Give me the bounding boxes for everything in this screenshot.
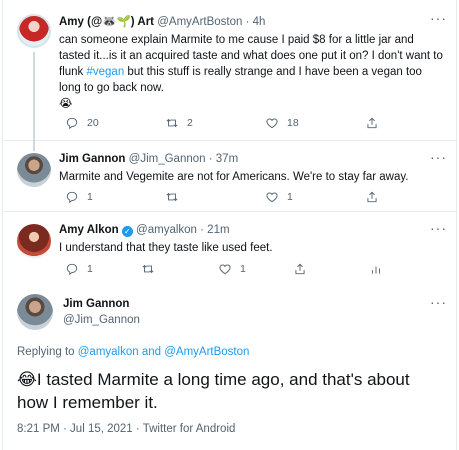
display-name[interactable]: Amy (@🦝🌱) Art xyxy=(59,16,154,28)
tweet-header: Amy Alkon ✓ @amyalkon · 21m xyxy=(59,224,230,237)
share-button[interactable] xyxy=(365,190,379,204)
verified-badge-icon: ✓ xyxy=(121,226,133,237)
like-count: 1 xyxy=(287,191,293,203)
avatar[interactable] xyxy=(17,153,51,187)
reply-button[interactable]: 20 xyxy=(65,116,99,130)
replying-to-label: Replying to xyxy=(17,346,75,358)
tweet-timestamp[interactable]: 8:21 PM · Jul 15, 2021 · Twitter for And… xyxy=(17,423,235,435)
share-icon xyxy=(367,191,377,203)
heart-icon xyxy=(266,118,278,129)
conversation-frame: Amy (@🦝🌱) Art @AmyArtBoston · 4h ··· can… xyxy=(2,0,458,450)
tweet-3[interactable]: Amy Alkon ✓ @amyalkon · 21m ··· I unders… xyxy=(3,212,458,286)
thread-line xyxy=(33,141,35,151)
more-options-icon[interactable]: ··· xyxy=(430,149,447,165)
tweet-actions: 1 1 xyxy=(59,190,439,206)
handle[interactable]: @amyalkon xyxy=(136,224,197,236)
tweet-1[interactable]: Amy (@🦝🌱) Art @AmyArtBoston · 4h ··· can… xyxy=(3,0,458,141)
reply-button[interactable]: 1 xyxy=(65,190,93,204)
reply-icon xyxy=(66,191,78,204)
avatar[interactable] xyxy=(17,294,53,330)
handle[interactable]: @Jim_Gannon xyxy=(129,153,206,165)
tweet-2[interactable]: Jim Gannon @Jim_Gannon · 37m ··· Marmite… xyxy=(3,141,458,212)
reply-count: 1 xyxy=(87,263,93,275)
heart-icon xyxy=(266,192,278,203)
reply-count: 20 xyxy=(87,117,99,129)
tweet-text: can someone explain Marmite to me cause … xyxy=(59,32,444,112)
analytics-button[interactable] xyxy=(369,262,383,276)
emoji: 😭 xyxy=(59,98,73,110)
more-options-icon[interactable]: ··· xyxy=(430,10,447,26)
display-name[interactable]: Amy Alkon xyxy=(59,224,119,236)
tweet-text-part: I tasted Marmite a long time ago, and th… xyxy=(17,370,410,412)
thread-line xyxy=(33,52,35,141)
reply-button[interactable]: 1 xyxy=(65,262,93,276)
like-count: 18 xyxy=(287,117,299,129)
like-button[interactable]: 1 xyxy=(265,190,293,204)
timestamp[interactable]: · 4h xyxy=(246,16,266,28)
display-name[interactable]: Jim Gannon xyxy=(59,153,125,165)
heart-icon xyxy=(219,264,231,275)
avatar[interactable] xyxy=(17,14,51,48)
reply-icon xyxy=(66,263,78,276)
timestamp[interactable]: · 37m xyxy=(209,153,238,165)
focused-tweet: Jim Gannon @Jim_Gannon ··· Replying to @… xyxy=(3,286,458,450)
like-button[interactable]: 1 xyxy=(218,262,246,276)
tweet-text: 😂I tasted Marmite a long time ago, and t… xyxy=(17,368,437,414)
mention-link[interactable]: @AmyArtBoston xyxy=(164,346,249,358)
share-button[interactable] xyxy=(365,116,379,130)
emoji: 😂 xyxy=(17,370,37,389)
tweet-actions: 20 2 18 xyxy=(59,116,439,132)
tweet-actions: 1 1 xyxy=(59,262,439,278)
more-options-icon[interactable]: ··· xyxy=(430,294,447,310)
more-options-icon[interactable]: ··· xyxy=(430,220,447,236)
like-button[interactable]: 18 xyxy=(265,116,299,130)
analytics-icon xyxy=(372,266,380,274)
retweet-button[interactable] xyxy=(141,262,155,276)
replying-to: Replying to @amyalkon and @AmyArtBoston xyxy=(17,346,249,358)
avatar[interactable] xyxy=(17,224,51,258)
share-button[interactable] xyxy=(293,262,307,276)
display-name[interactable]: Jim Gannon xyxy=(63,298,129,310)
reply-count: 1 xyxy=(87,191,93,203)
mention-link[interactable]: @amyalkon xyxy=(78,346,139,358)
replying-and: and xyxy=(141,346,162,358)
handle[interactable]: @AmyArtBoston xyxy=(157,16,242,28)
retweet-icon xyxy=(142,264,154,274)
retweet-button[interactable]: 2 xyxy=(165,116,193,130)
handle[interactable]: @Jim_Gannon xyxy=(63,314,140,326)
retweet-count: 2 xyxy=(187,117,193,129)
like-count: 1 xyxy=(240,263,246,275)
reply-icon xyxy=(66,117,78,130)
tweet-header: Jim Gannon @Jim_Gannon · 37m xyxy=(59,153,238,165)
hashtag-link[interactable]: #vegan xyxy=(87,66,125,78)
retweet-icon xyxy=(166,118,178,128)
timestamp[interactable]: · 21m xyxy=(200,224,229,236)
tweet-text: Marmite and Vegemite are not for America… xyxy=(59,171,409,183)
tweet-text: I understand that they taste like used f… xyxy=(59,242,273,254)
share-icon xyxy=(295,263,305,275)
share-icon xyxy=(367,117,377,129)
retweet-button[interactable] xyxy=(165,190,179,204)
retweet-icon xyxy=(166,192,178,202)
tweet-header: Amy (@🦝🌱) Art @AmyArtBoston · 4h xyxy=(59,14,265,28)
